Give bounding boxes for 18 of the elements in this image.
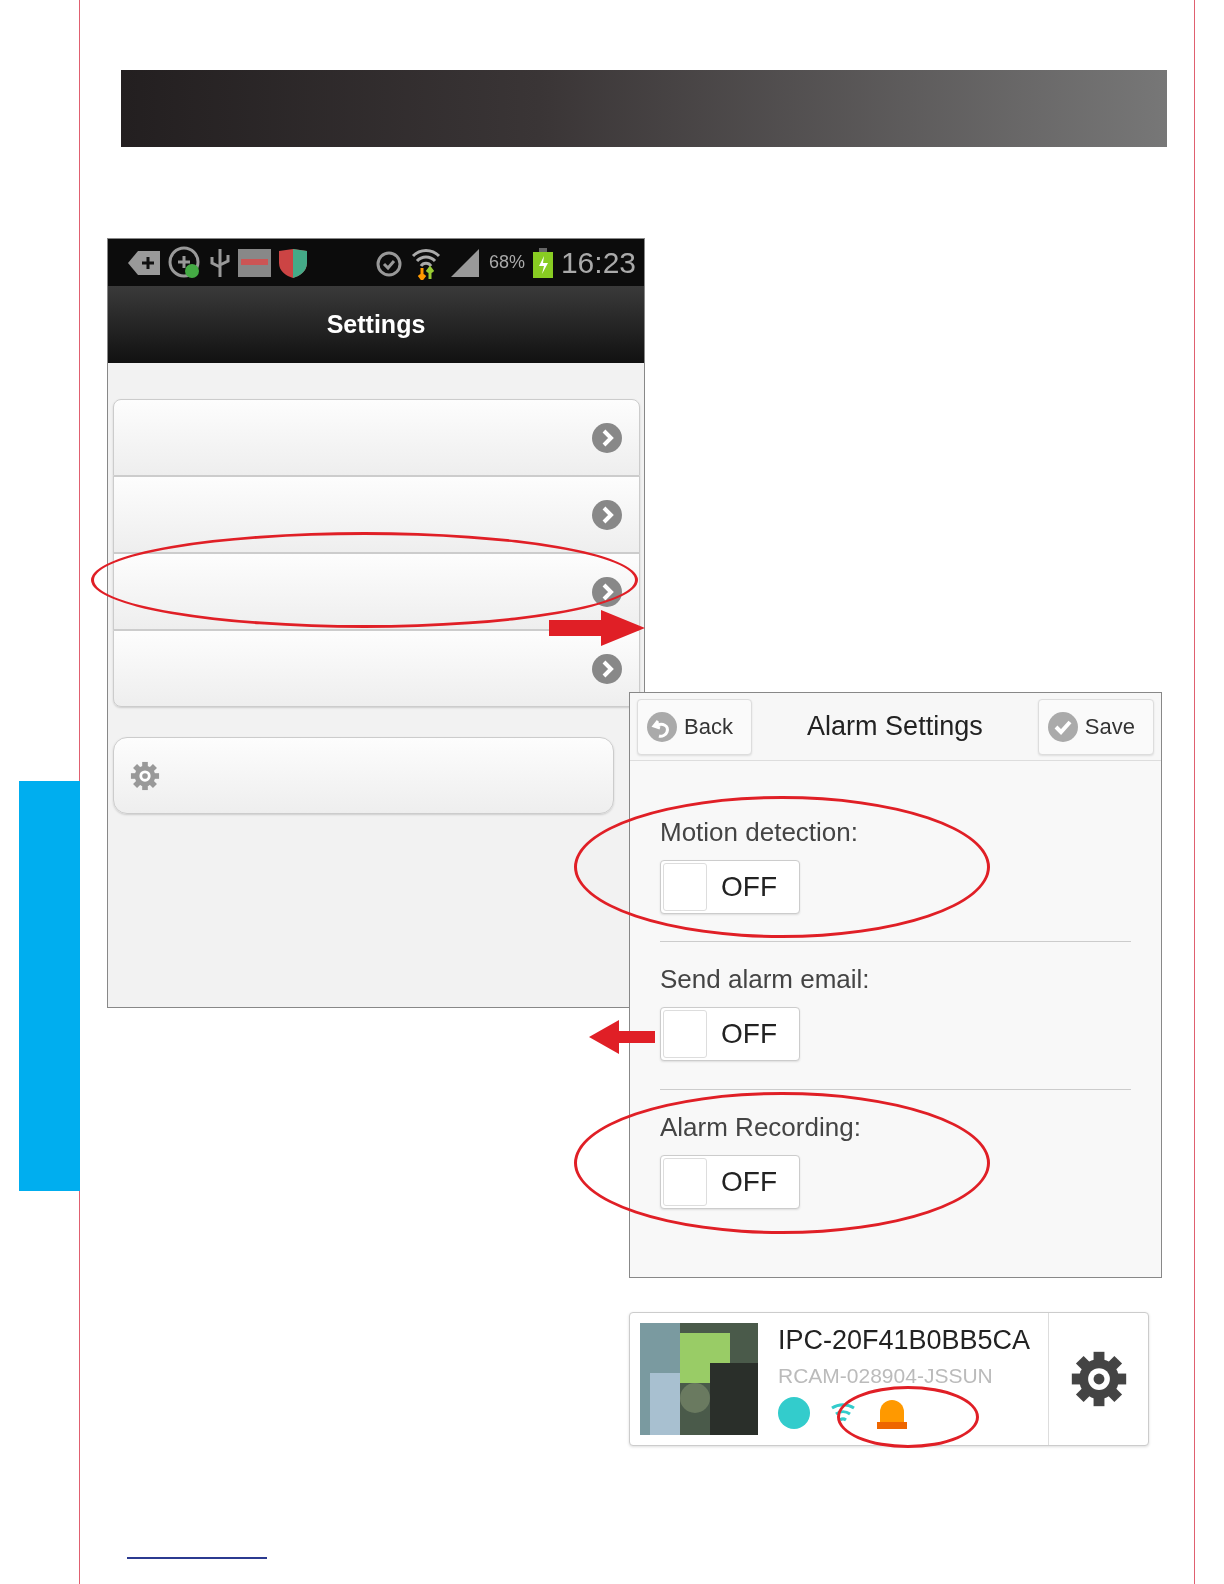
device-card[interactable]: IPC-20F41B0BB5CA RCAM-028904-JSSUN	[629, 1312, 1149, 1446]
screen-title: Settings	[326, 310, 426, 339]
battery-percent: 68%	[488, 252, 525, 273]
device-id: RCAM-028904-JSSUN	[778, 1364, 994, 1388]
option-label: Send alarm email:	[660, 964, 871, 995]
device-name: IPC-20F41B0BB5CA	[778, 1325, 1032, 1356]
clock-time: 16:23	[560, 245, 636, 280]
option-label: Alarm Recording:	[660, 1112, 862, 1143]
toggle-switch[interactable]: OFF	[660, 860, 800, 914]
back-button[interactable]: Back	[637, 698, 752, 755]
toggle-state: OFF	[721, 1018, 777, 1050]
option-label: Motion detection:	[660, 817, 859, 848]
toggle-switch[interactable]: OFF	[660, 1007, 800, 1061]
toggle-state: OFF	[721, 1166, 777, 1198]
toggle-state: OFF	[721, 871, 777, 903]
screen-title: Alarm Settings	[807, 711, 983, 742]
toggle-switch[interactable]: OFF	[660, 1155, 800, 1209]
save-button[interactable]: Save	[1037, 698, 1154, 755]
